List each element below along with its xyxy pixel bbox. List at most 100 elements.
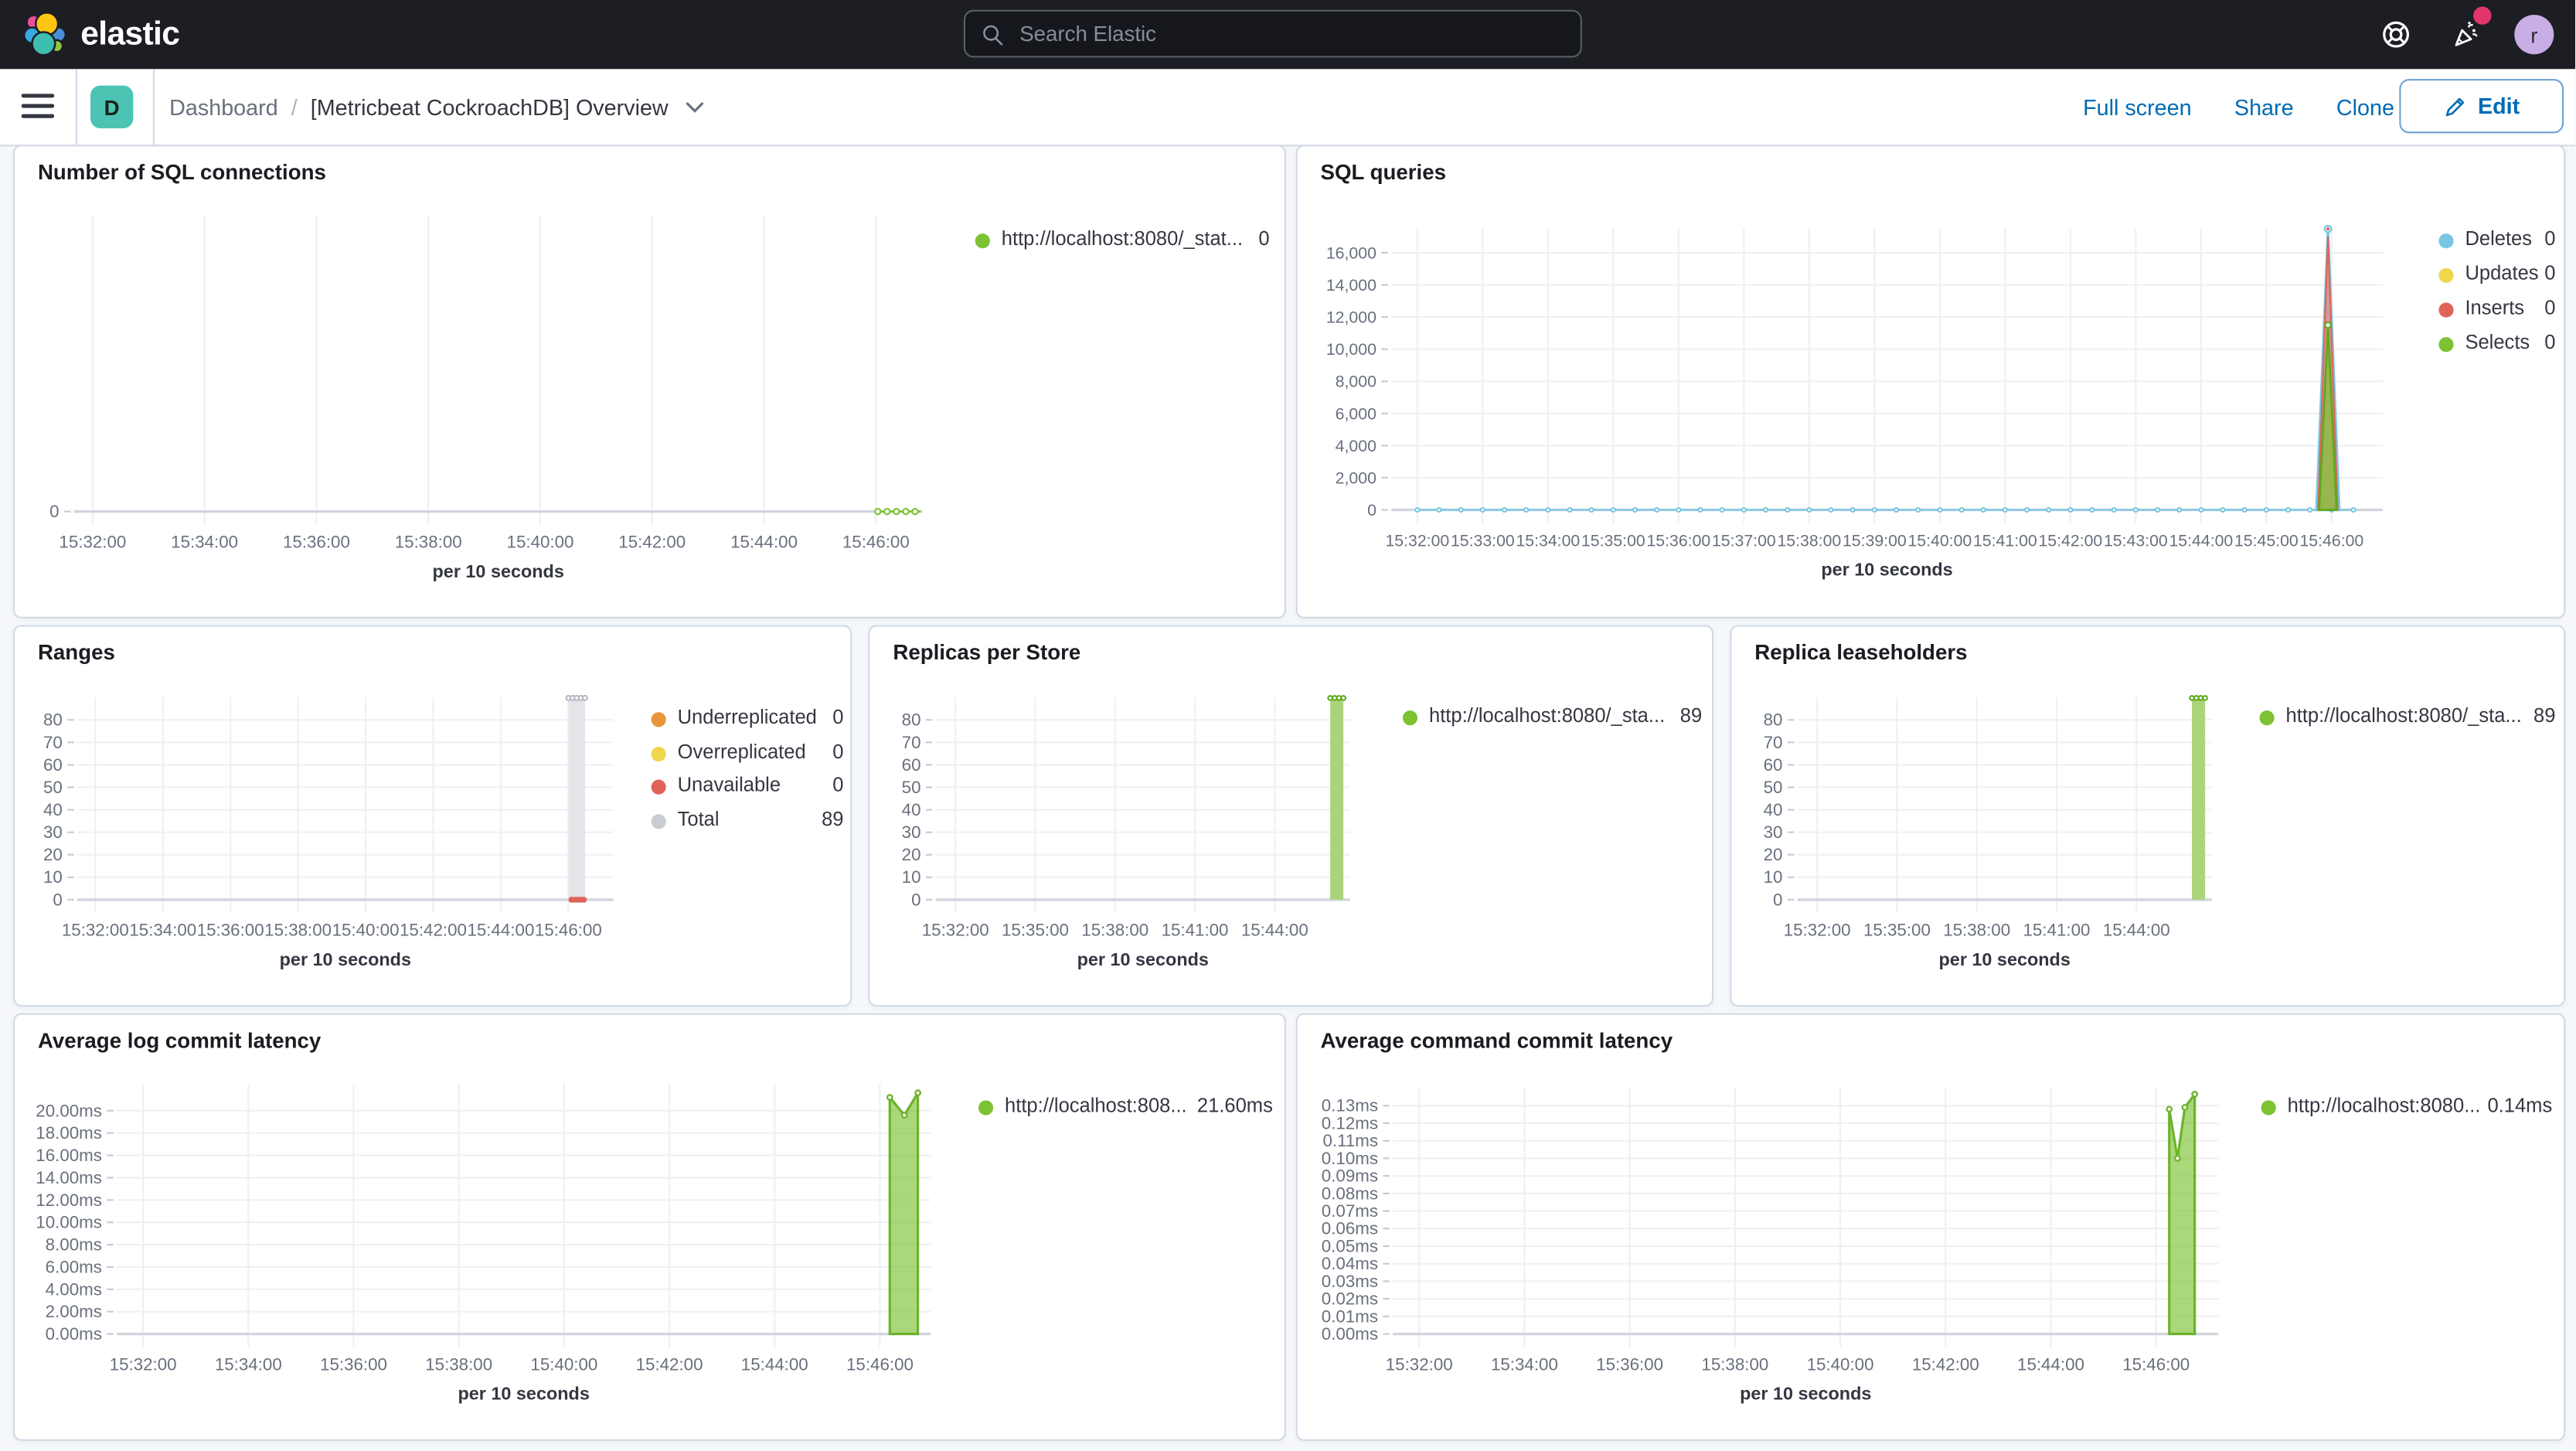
user-avatar[interactable]: r: [2514, 15, 2554, 55]
tick-label: 8,000: [1336, 373, 1376, 391]
tick-label: per 10 seconds: [1939, 949, 2071, 969]
tick-label: 15:40:00: [507, 533, 574, 552]
legend-swatch: [651, 745, 666, 761]
legend-value: 89: [822, 806, 844, 830]
panel-ranges: Ranges 15:32:00 15:34:00 15:36:00 15:38:00 15…: [13, 625, 852, 1007]
tick-label: 15:41:00: [1973, 531, 2037, 550]
tick-label: 30: [902, 823, 921, 842]
tick-label: 15:46:00: [2122, 1354, 2190, 1374]
tick-label: 0.03ms: [1322, 1272, 1378, 1291]
legend-swatch: [1402, 710, 1418, 726]
edit-button[interactable]: Edit: [2399, 79, 2564, 134]
tick-label: 15:38:00: [395, 533, 462, 552]
tick-label: per 10 seconds: [458, 1384, 590, 1404]
toolbar-actions: Full screen Share Clone: [2083, 69, 2394, 145]
tick-label: per 10 seconds: [1740, 1384, 1871, 1404]
tick-label: 15:40:00: [1807, 1354, 1874, 1374]
chart-sql_queries: 15:32:00 15:33:00 15:34:00 15:35:00 15:36:00…: [1326, 224, 2384, 580]
tick-label: 20.00ms: [36, 1101, 102, 1120]
tick-label: 15:41:00: [2023, 921, 2091, 940]
toolbar: D Dashboard / [Metricbeat CockroachDB] O…: [0, 69, 2576, 147]
brand-text: elastic: [80, 15, 180, 53]
tick-label: 80: [902, 710, 921, 730]
panel-sql_connections: Number of SQL connections 15:32:00 15:34:0…: [13, 145, 1286, 619]
tick-label: 15:36:00: [1646, 531, 1710, 550]
tick-label: 15:35:00: [1002, 921, 1069, 940]
chevron-down-icon[interactable]: [685, 100, 706, 114]
legend-value: 21.60ms: [1196, 1093, 1273, 1117]
tick-label: 6,000: [1336, 404, 1376, 423]
elastic-logo-icon: [23, 12, 67, 56]
tick-label: 0.01ms: [1322, 1306, 1378, 1326]
tick-label: 15:38:00: [1701, 1354, 1768, 1374]
tick-label: 15:43:00: [2104, 531, 2168, 550]
share-button[interactable]: Share: [2234, 94, 2294, 119]
tick-label: 0: [49, 502, 59, 521]
legend-value: 0: [2544, 295, 2556, 319]
search-input[interactable]: [1016, 19, 1564, 48]
tick-label: 15:42:00: [2038, 531, 2102, 550]
tick-label: 15:46:00: [846, 1354, 914, 1374]
app-badge-letter: D: [104, 94, 120, 120]
tick-label: 30: [43, 823, 63, 842]
newsfeed-icon[interactable]: [2452, 20, 2481, 49]
legend-swatch: [651, 813, 666, 829]
elastic-brand[interactable]: elastic: [23, 12, 180, 58]
tick-label: 0.00ms: [1322, 1324, 1378, 1344]
tick-label: 40: [43, 800, 63, 819]
tick-label: 20: [902, 845, 921, 864]
tick-label: 0: [1773, 890, 1782, 909]
global-search[interactable]: [963, 9, 1582, 58]
menu-icon[interactable]: [21, 94, 55, 118]
tick-label: 80: [1764, 710, 1783, 730]
tick-label: 14,000: [1326, 276, 1376, 295]
dashboard-app-badge[interactable]: D: [90, 85, 134, 128]
newsfeed-badge: [2473, 6, 2492, 25]
tick-label: 15:36:00: [1596, 1354, 1663, 1374]
tick-label: 60: [43, 755, 63, 775]
tick-label: 2.00ms: [46, 1302, 102, 1321]
tick-label: 15:35:00: [1581, 531, 1645, 550]
help-icon[interactable]: [2381, 20, 2411, 49]
tick-label: 15:44:00: [2169, 531, 2233, 550]
tick-label: 0.04ms: [1322, 1254, 1378, 1273]
tick-label: 15:39:00: [1843, 531, 1907, 550]
tick-label: 30: [1764, 823, 1783, 842]
toolbar-divider-2: [152, 69, 155, 145]
tick-label: 0: [1367, 501, 1376, 519]
breadcrumb-dashboard[interactable]: Dashboard: [169, 94, 278, 119]
legend-swatch: [2259, 710, 2275, 726]
full-screen-button[interactable]: Full screen: [2083, 94, 2191, 119]
breadcrumb: Dashboard / [Metricbeat CockroachDB] Ove…: [169, 69, 706, 145]
tick-label: 0.00ms: [46, 1324, 102, 1344]
tick-label: 15:44:00: [467, 921, 534, 940]
clone-button[interactable]: Clone: [2336, 94, 2394, 119]
tick-label: 0.08ms: [1322, 1184, 1378, 1203]
tick-label: 15:46:00: [2299, 531, 2363, 550]
pencil-icon: [2445, 97, 2464, 116]
tick-label: 12.00ms: [36, 1190, 102, 1210]
tick-label: 0.13ms: [1322, 1096, 1378, 1115]
tick-label: per 10 seconds: [1821, 560, 1952, 580]
tick-label: 0.11ms: [1322, 1131, 1378, 1150]
tick-label: 20: [1764, 845, 1783, 864]
legend-swatch: [651, 712, 666, 727]
tick-label: 0.07ms: [1322, 1201, 1378, 1221]
tick-label: 15:34:00: [171, 533, 238, 552]
tick-label: 15:40:00: [332, 921, 400, 940]
tick-label: 12,000: [1326, 308, 1376, 327]
tick-label: 70: [43, 733, 63, 752]
chart-avg_log_commit_latency: 15:32:00 15:34:00 15:36:00 15:38:00 15:40:00…: [36, 1084, 931, 1404]
tick-label: 15:45:00: [2234, 531, 2299, 550]
panel-avg_log_commit_latency: Average log commit latency 15:32:00 15:34:…: [13, 1013, 1286, 1441]
page-title: [Metricbeat CockroachDB] Overview: [310, 94, 669, 120]
toolbar-divider: [75, 69, 78, 145]
tick-label: 15:36:00: [283, 533, 350, 552]
tick-label: 15:38:00: [1943, 921, 2010, 940]
legend-value: 89: [2533, 703, 2556, 727]
tick-label: 15:36:00: [197, 921, 264, 940]
tick-label: 15:44:00: [741, 1354, 808, 1374]
tick-label: 15:42:00: [400, 921, 467, 940]
tick-label: 70: [1764, 733, 1783, 752]
legend-swatch: [651, 779, 666, 795]
